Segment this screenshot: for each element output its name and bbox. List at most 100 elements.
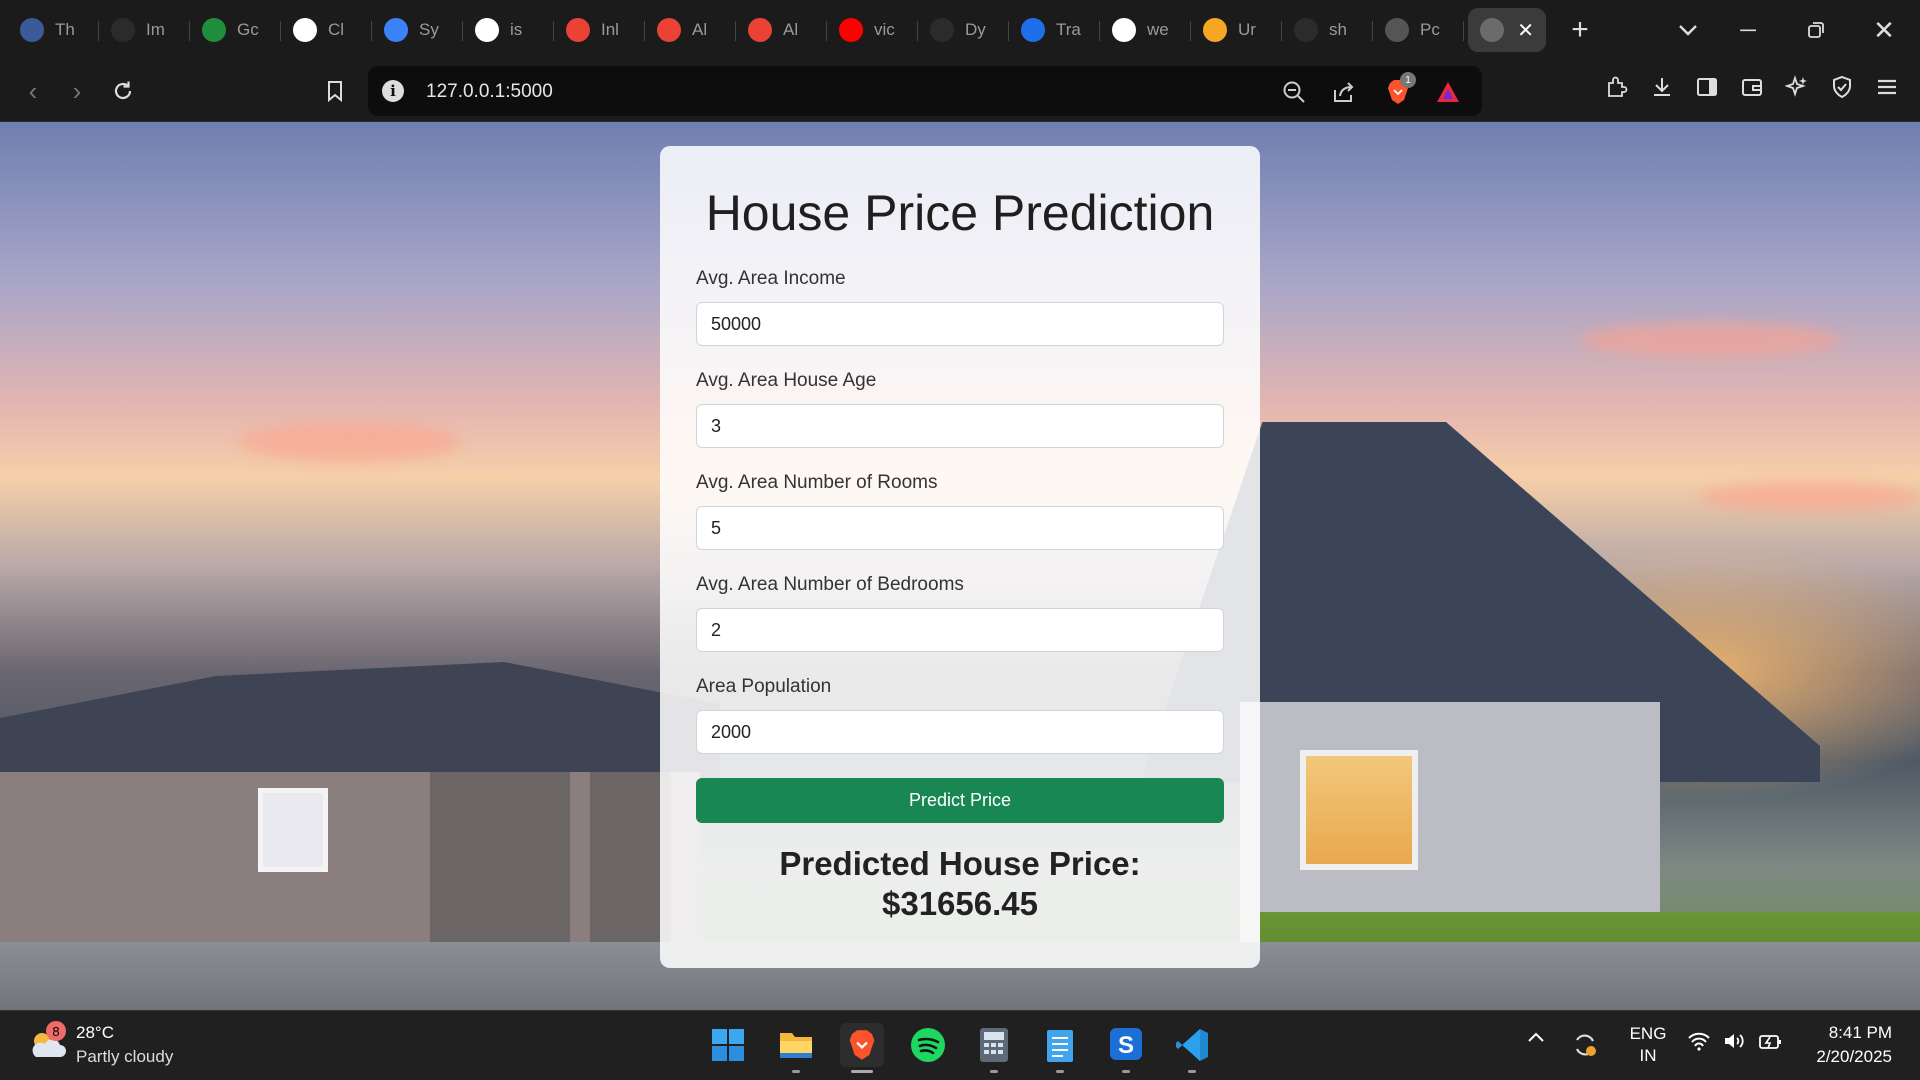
tab-title: Cl (328, 20, 345, 39)
language-indicator[interactable]: ENG IN (1620, 1023, 1676, 1067)
browser-tab[interactable]: is (463, 8, 554, 52)
house-age-input[interactable] (696, 404, 1224, 448)
tab-search-button[interactable] (1660, 0, 1716, 60)
volume-button[interactable] (1720, 1031, 1750, 1051)
wallet-button[interactable] (1737, 72, 1767, 102)
taskbar-sublime[interactable]: S (1104, 1023, 1148, 1073)
shield-icon (1833, 75, 1851, 99)
tab-title: Sy (419, 20, 439, 39)
taskbar-clock[interactable]: 8:41 PM 2/20/2025 (1816, 1021, 1892, 1069)
url-text[interactable]: 127.0.0.1:5000 (426, 81, 553, 103)
tab-title: Th (55, 20, 75, 39)
battery-charging-icon (1759, 1035, 1781, 1049)
browser-tab[interactable]: Gc (190, 8, 281, 52)
google-favicon-icon (475, 18, 499, 42)
sidebar-button[interactable] (1692, 72, 1722, 102)
browser-tab-active[interactable]: ✕ (1468, 8, 1546, 52)
forward-button[interactable]: › (58, 72, 96, 110)
new-tab-button[interactable]: + (1560, 10, 1600, 50)
tab-title: we (1147, 20, 1169, 39)
forward-arrow-icon: › (72, 75, 82, 106)
browser-tab-strip: Th Im Gc Cl Sy is Inl Al Al vic Dy Tra we Ur sh Pc ✕ + ─ … (0, 0, 1920, 60)
gmail-favicon-icon (566, 18, 590, 42)
tab-title: Al (692, 20, 708, 39)
browser-tab[interactable]: Sy (372, 8, 463, 52)
browser-tab[interactable]: we (1100, 8, 1191, 52)
back-button[interactable]: ‹ (14, 72, 52, 110)
share-button[interactable] (1330, 78, 1358, 106)
battery-button[interactable] (1756, 1031, 1786, 1051)
bedrooms-input[interactable] (696, 608, 1224, 652)
browser-tab[interactable]: Tra (1009, 8, 1100, 52)
sidebar-icon (1697, 78, 1717, 96)
prediction-result: Predicted House Price: $31656.45 (660, 844, 1260, 924)
browser-tab[interactable]: Al (645, 8, 736, 52)
show-hidden-icons-button[interactable] (1524, 1031, 1548, 1043)
site-info-icon[interactable]: i (382, 80, 404, 102)
spotify-icon (911, 1028, 945, 1062)
tab-title: sh (1329, 20, 1347, 39)
browser-tab[interactable]: Th (8, 8, 99, 52)
taskbar-file-explorer[interactable] (774, 1023, 818, 1073)
taskbar-notepad[interactable] (1038, 1023, 1082, 1073)
close-icon: ✕ (1873, 14, 1895, 45)
downloads-button[interactable] (1647, 72, 1677, 102)
result-value: $31656.45 (882, 885, 1038, 922)
svg-text:S: S (1118, 1032, 1134, 1059)
globe-favicon-icon (1385, 18, 1409, 42)
restore-button[interactable] (1788, 0, 1844, 60)
tab-title: is (510, 20, 523, 39)
browser-tab[interactable]: Dy (918, 8, 1009, 52)
house-age-label: Avg. Area House Age (696, 370, 877, 391)
taskbar-calculator[interactable] (972, 1023, 1016, 1073)
taskbar-brave[interactable] (840, 1023, 884, 1073)
address-bar[interactable]: i 127.0.0.1:5000 1 (368, 66, 1482, 116)
weather-alert-badge: 8 (46, 1021, 66, 1041)
bookmark-button[interactable] (316, 72, 354, 110)
hamburger-menu-icon (1878, 79, 1896, 95)
tab-title: Ur (1238, 20, 1256, 39)
share-icon (1334, 82, 1354, 102)
taskbar-vscode[interactable] (1170, 1023, 1214, 1073)
wifi-button[interactable] (1684, 1031, 1714, 1051)
openai-favicon-icon (111, 18, 135, 42)
bookmark-icon (328, 81, 342, 102)
brave-shields-button[interactable]: 1 (1384, 72, 1416, 106)
close-window-button[interactable]: ✕ (1856, 0, 1912, 60)
tab-title: Dy (965, 20, 986, 39)
taskbar-spotify[interactable] (906, 1023, 950, 1067)
browser-tab[interactable]: Pc (1373, 8, 1464, 52)
zoom-button[interactable] (1280, 78, 1308, 106)
brave-rewards-button[interactable] (1434, 78, 1462, 106)
extensions-button[interactable] (1602, 72, 1632, 102)
browser-tab[interactable]: Inl (554, 8, 645, 52)
minimize-icon: ─ (1740, 17, 1756, 42)
browser-tab[interactable]: Ur (1191, 8, 1282, 52)
close-tab-icon[interactable]: ✕ (1517, 18, 1534, 43)
predict-price-button[interactable]: Predict Price (696, 778, 1224, 823)
s-app-icon: S (1110, 1028, 1142, 1060)
population-input[interactable] (696, 710, 1224, 754)
globe-favicon-icon (1480, 18, 1504, 42)
browser-tab[interactable]: Al (736, 8, 827, 52)
menu-button[interactable] (1872, 72, 1902, 102)
restore-icon (1808, 22, 1824, 38)
sync-tray-button[interactable] (1570, 1031, 1600, 1059)
vpn-button[interactable] (1827, 72, 1857, 102)
browser-tab[interactable]: sh (1282, 8, 1373, 52)
browser-tab[interactable]: Im (99, 8, 190, 52)
tab-list: Th Im Gc Cl Sy is Inl Al Al vic Dy Tra we Ur sh Pc ✕ + (8, 6, 1600, 54)
windows-logo-icon (712, 1029, 744, 1061)
result-label: Predicted House Price: (779, 845, 1141, 882)
coursera-favicon-icon (1203, 18, 1227, 42)
tab-title: Pc (1420, 20, 1440, 39)
reload-button[interactable] (104, 72, 142, 110)
minimize-button[interactable]: ─ (1720, 0, 1776, 60)
income-input[interactable] (696, 302, 1224, 346)
leo-ai-button[interactable] (1782, 72, 1812, 102)
browser-tab[interactable]: vic (827, 8, 918, 52)
rooms-input[interactable] (696, 506, 1224, 550)
browser-tab[interactable]: Cl (281, 8, 372, 52)
brave-lion-icon (849, 1030, 875, 1060)
start-button[interactable] (706, 1023, 750, 1067)
